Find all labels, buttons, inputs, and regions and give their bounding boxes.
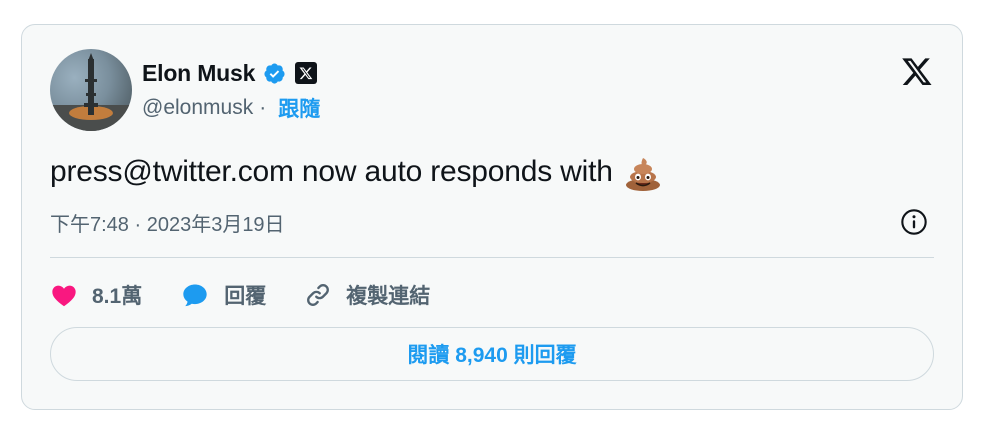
link-icon [304,281,332,309]
tweet-embed-card: Elon Musk @elonmusk · 跟隨 press@twitter.c… [21,24,963,410]
reply-button[interactable]: 回覆 [180,280,266,310]
follow-link[interactable]: 跟隨 [278,93,320,123]
tweet-timestamp[interactable]: 下午7:48 · 2023年3月19日 [50,208,285,237]
action-bar: 8.1萬 回覆 複製連結 [50,278,468,312]
author-handle[interactable]: @elonmusk [142,96,253,120]
x-logo-icon[interactable] [900,55,934,87]
tweet-body: press@twitter.com now auto responds with [50,155,613,188]
tweet-text: press@twitter.com now auto responds with [50,152,663,192]
divider [50,257,934,258]
author-name[interactable]: Elon Musk [142,60,255,87]
reply-label: 回覆 [224,285,267,308]
pile-of-poo-icon [623,152,663,192]
separator-dot: · [259,96,267,119]
x-affiliate-badge-icon [295,62,318,84]
read-replies-label: 閱讀 8,940 則回覆 [407,344,577,367]
read-replies-button[interactable]: 閱讀 8,940 則回覆 [50,327,934,381]
avatar[interactable] [50,49,132,131]
info-icon[interactable] [900,208,928,236]
speech-bubble-icon [180,281,210,309]
copy-link-button[interactable]: 複製連結 [304,280,430,310]
like-button[interactable]: 8.1萬 [50,280,142,310]
verified-badge-icon [263,62,286,85]
copy-link-label: 複製連結 [346,285,431,308]
like-count: 8.1萬 [92,285,143,308]
heart-icon [50,281,78,309]
